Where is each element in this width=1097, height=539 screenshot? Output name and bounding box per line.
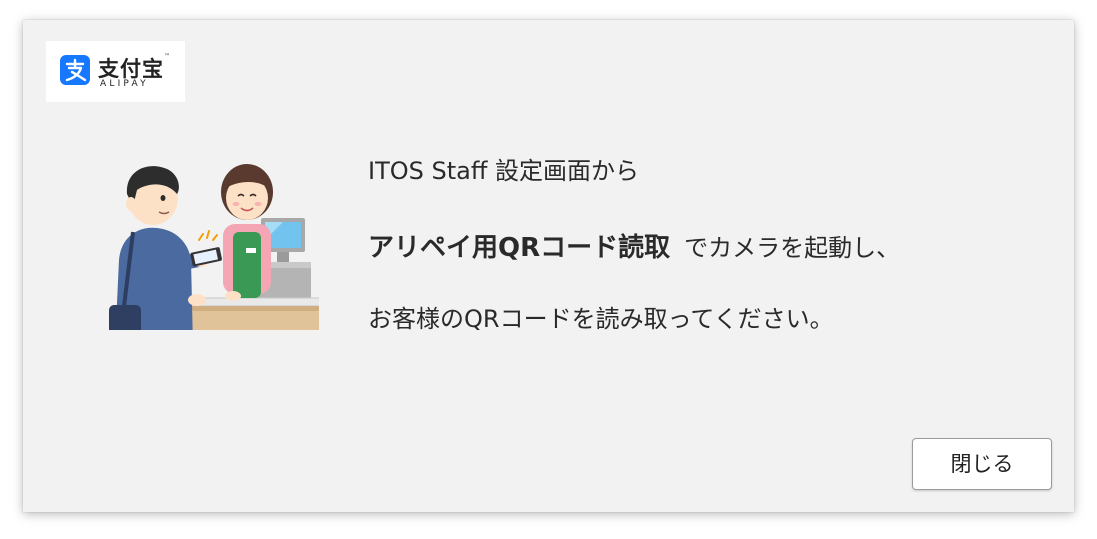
alipay-qr-reader-menu-name: アリペイ用QRコード読取 [368, 233, 671, 263]
alipay-logo-english-text: ALIPAY [100, 79, 149, 89]
instruction-line-2-rest: でカメラを起動し、 [684, 234, 901, 262]
instruction-line-2: アリペイ用QRコード読取 でカメラを起動し、 [368, 227, 900, 264]
qr-payment-counter-illustration [109, 164, 319, 330]
close-button[interactable]: 閉じる [912, 438, 1052, 490]
cashier-staff-figure [221, 164, 273, 301]
alipay-instruction-dialog: 支付宝 ™ ALIPAY ITOS Staff 設定画面から アリペイ用QRコー… [23, 20, 1074, 512]
alipay-logo: 支付宝 ™ ALIPAY [46, 41, 185, 102]
trademark-symbol: ™ [164, 53, 170, 60]
instruction-line-3: お客様のQRコードを読み取ってください。 [368, 305, 834, 333]
alipay-logo-icon [60, 55, 90, 85]
instruction-line-1: ITOS Staff 設定画面から [368, 157, 640, 185]
smartphone-icon [190, 247, 222, 267]
